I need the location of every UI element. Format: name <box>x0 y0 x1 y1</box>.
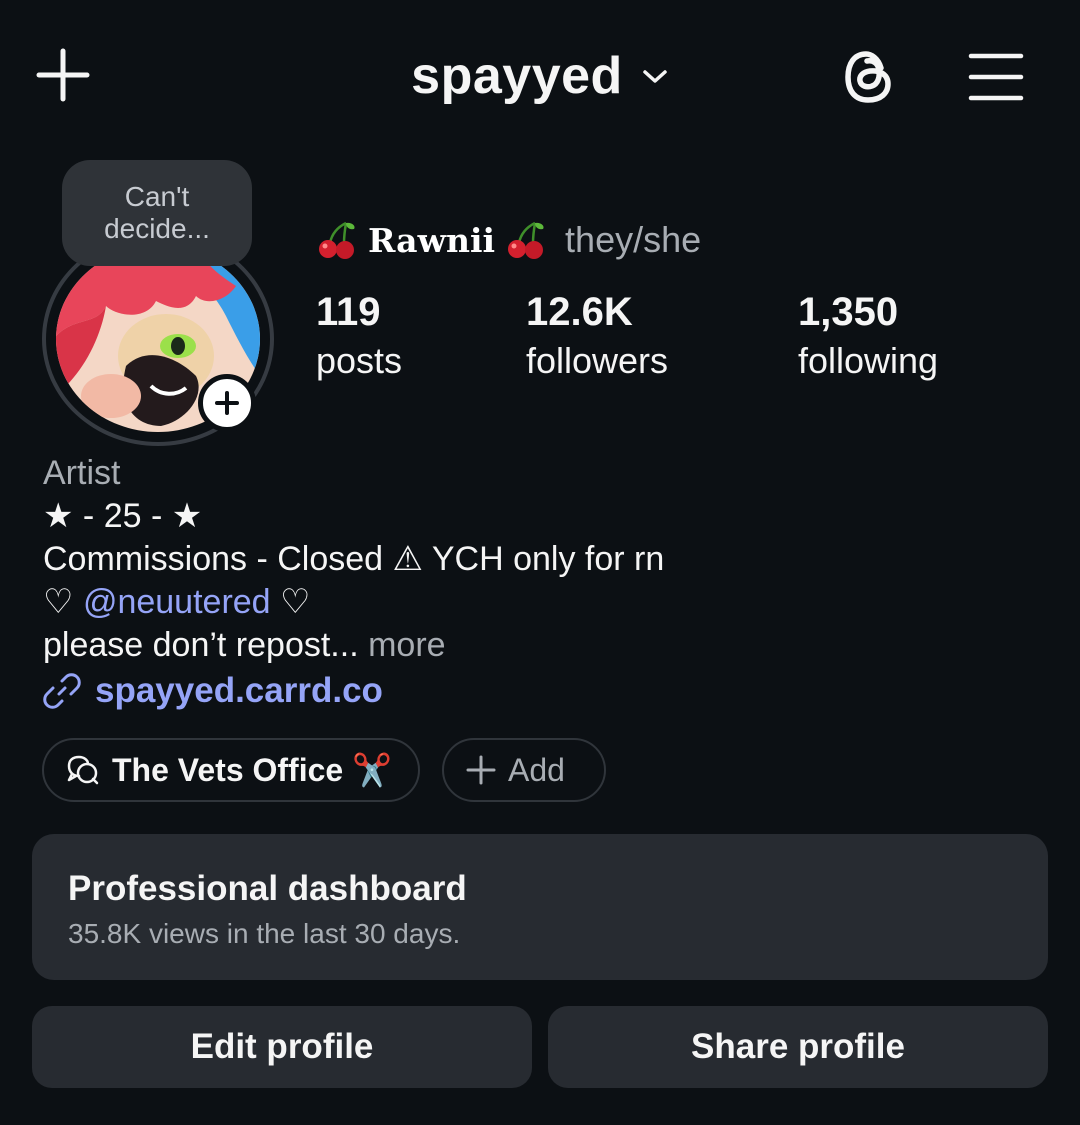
bio-line: ★ - 25 - ★ <box>43 497 203 535</box>
chevron-down-icon <box>643 70 667 83</box>
note-line: Can't <box>124 181 190 212</box>
top-bar: spayyed <box>0 0 1080 150</box>
stat-label: following <box>798 340 939 381</box>
dashboard-title: Professional dashboard <box>68 869 467 908</box>
stat-value: 12.6K <box>526 290 633 334</box>
bio-text: please don’t repost... <box>43 626 359 664</box>
pronouns: they/she <box>565 219 702 260</box>
category-label: Artist <box>43 454 121 492</box>
dashboard-subtitle: 35.8K views in the last 30 days. <box>68 918 461 949</box>
heart-text: ♡ <box>43 583 83 621</box>
professional-dashboard-card[interactable]: Professional dashboard 35.8K views in th… <box>32 834 1048 980</box>
note-bubble[interactable]: Can't decide... <box>62 160 252 266</box>
chip-label: Add <box>508 751 565 788</box>
note-line: decide... <box>104 213 210 244</box>
bio-truncated-line: please don’t repost... more <box>43 624 1043 667</box>
link-text: spayyed.carrd.co <box>95 671 383 710</box>
more-button[interactable]: more <box>359 626 445 664</box>
mention-link[interactable]: @neuutered <box>83 583 271 621</box>
threads-icon <box>845 51 891 103</box>
link-icon <box>43 672 81 709</box>
bio: Artist ★ - 25 - ★ Commissions - Closed ⚠… <box>43 452 1043 712</box>
heart-text: ♡ <box>270 583 311 621</box>
stat-label: followers <box>526 340 669 381</box>
stat-followers[interactable]: 12.6K followers <box>526 288 668 386</box>
display-name: Rawnii <box>368 220 496 260</box>
edit-profile-button[interactable]: Edit profile <box>32 1006 532 1088</box>
share-profile-button[interactable]: Share profile <box>548 1006 1048 1088</box>
channel-icon <box>67 755 99 785</box>
stat-value: 119 <box>316 290 381 334</box>
threads-button[interactable] <box>836 45 900 109</box>
external-link[interactable]: spayyed.carrd.co <box>43 669 1043 712</box>
cherry-icon <box>319 221 355 259</box>
name-line: Rawnii they/she <box>316 212 701 268</box>
plus-icon <box>466 755 496 785</box>
add-story-button[interactable] <box>198 374 256 432</box>
account-switcher[interactable]: spayyed <box>0 40 1080 112</box>
add-chip-button[interactable]: Add <box>442 738 606 802</box>
stat-value: 1,350 <box>798 290 899 334</box>
bio-mention-line: ♡ @neuutered ♡ <box>43 581 1043 624</box>
broadcast-channel-chip[interactable]: The Vets Office ✂️ <box>42 738 420 802</box>
plus-icon <box>215 391 239 415</box>
bio-line: Commissions - Closed ⚠ YCH only for rn <box>43 540 665 578</box>
stat-posts[interactable]: 119 posts <box>316 288 402 386</box>
username-title: spayyed <box>411 47 623 105</box>
hamburger-menu-icon <box>968 53 1024 101</box>
stat-label: posts <box>316 340 403 381</box>
chip-label: The Vets Office ✂️ <box>112 752 392 788</box>
cherry-icon <box>508 221 544 259</box>
stat-following[interactable]: 1,350 following <box>798 288 938 386</box>
menu-button[interactable] <box>962 45 1030 109</box>
